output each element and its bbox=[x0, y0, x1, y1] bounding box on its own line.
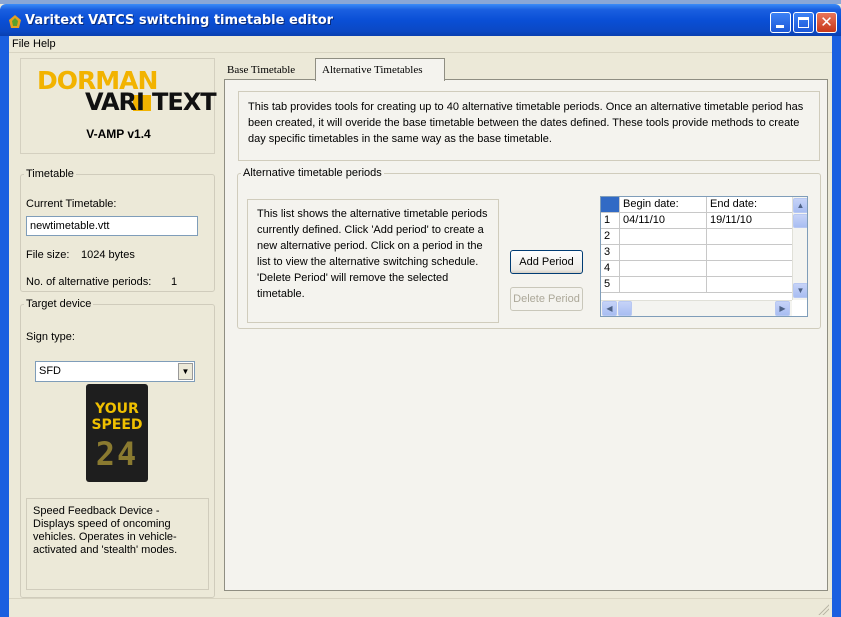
alt-periods-label: No. of alternative periods: bbox=[26, 276, 152, 288]
grid-horizontal-scrollbar[interactable]: ◀ ▶ bbox=[601, 300, 792, 316]
scroll-down-icon[interactable]: ▼ bbox=[793, 283, 807, 298]
window-frame-right bbox=[832, 36, 841, 617]
sign-number: 24 bbox=[95, 435, 139, 473]
resize-grip-icon[interactable] bbox=[817, 603, 829, 615]
scroll-up-icon[interactable]: ▲ bbox=[793, 198, 807, 213]
scroll-right-icon[interactable]: ▶ bbox=[775, 301, 790, 316]
row-header[interactable]: 3 bbox=[601, 245, 620, 261]
window-title: Varitext VATCS switching timetable edito… bbox=[25, 13, 334, 28]
timetable-group: Timetable Current Timetable: newtimetabl… bbox=[20, 168, 215, 292]
current-timetable-field[interactable]: newtimetable.vtt bbox=[26, 216, 198, 236]
cell-end-date[interactable] bbox=[707, 245, 793, 261]
cell-end-date[interactable]: 19/11/10 bbox=[707, 213, 793, 229]
file-size-value: 1024 bytes bbox=[81, 249, 135, 261]
app-icon bbox=[9, 15, 21, 28]
current-timetable-label: Current Timetable: bbox=[26, 198, 117, 210]
tab-alternative-timetables[interactable]: Alternative Timetables bbox=[315, 58, 445, 81]
tab-base-timetable[interactable]: Base Timetable bbox=[223, 61, 315, 79]
sign-line-2: SPEED bbox=[91, 417, 143, 433]
logo-vari: VARI bbox=[85, 88, 145, 116]
cell-begin-date[interactable]: 04/11/10 bbox=[620, 213, 707, 229]
title-bar[interactable]: Varitext VATCS switching timetable edito… bbox=[0, 4, 841, 36]
column-header-begin[interactable]: Begin date: bbox=[620, 197, 707, 213]
alt-periods-value: 1 bbox=[171, 276, 178, 288]
periods-grid[interactable]: Begin date: End date: 1 04/11/10 19/11/1… bbox=[600, 196, 808, 317]
row-header[interactable]: 5 bbox=[601, 277, 620, 293]
scroll-left-icon[interactable]: ◀ bbox=[602, 301, 617, 316]
scroll-thumb-horizontal[interactable] bbox=[618, 301, 632, 316]
menu-file[interactable]: File bbox=[12, 38, 30, 50]
sign-type-value: SFD bbox=[39, 365, 61, 377]
close-icon: ✕ bbox=[820, 13, 833, 31]
delete-period-button[interactable]: Delete Period bbox=[510, 287, 583, 311]
row-header[interactable]: 4 bbox=[601, 261, 620, 277]
logo-panel: DORMAN VARI TEXT V-AMP v1.4 bbox=[20, 58, 217, 154]
window-frame-left bbox=[0, 36, 9, 617]
version-label: V-AMP v1.4 bbox=[86, 127, 151, 141]
grid-corner[interactable] bbox=[601, 197, 620, 213]
sign-preview-image: YOUR SPEED 24 bbox=[86, 384, 148, 482]
scroll-thumb[interactable] bbox=[793, 214, 807, 228]
alt-periods-group-label: Alternative timetable periods bbox=[243, 167, 382, 179]
minimize-icon bbox=[776, 25, 784, 28]
cell-begin-date[interactable] bbox=[620, 229, 707, 245]
intro-text: This tab provides tools for creating up … bbox=[238, 91, 820, 161]
sign-type-label: Sign type: bbox=[26, 331, 75, 343]
alternative-timetables-page: This tab provides tools for creating up … bbox=[224, 79, 828, 591]
cell-begin-date[interactable] bbox=[620, 261, 707, 277]
chevron-down-icon[interactable]: ▼ bbox=[178, 363, 193, 380]
timetable-group-label: Timetable bbox=[26, 168, 74, 180]
grid-vertical-scrollbar[interactable]: ▲ ▼ bbox=[792, 197, 807, 300]
device-description: Speed Feedback Device - Displays speed o… bbox=[26, 498, 209, 590]
list-description: This list shows the alternative timetabl… bbox=[247, 199, 499, 323]
menu-help[interactable]: Help bbox=[33, 38, 56, 50]
status-bar bbox=[9, 598, 832, 617]
menu-bar: File Help bbox=[9, 36, 832, 53]
alt-periods-group: Alternative timetable periods This list … bbox=[237, 167, 821, 329]
column-header-end[interactable]: End date: bbox=[707, 197, 793, 213]
cell-end-date[interactable] bbox=[707, 261, 793, 277]
sign-type-select[interactable]: SFD ▼ bbox=[35, 361, 195, 382]
target-device-group-label: Target device bbox=[26, 298, 92, 310]
cell-begin-date[interactable] bbox=[620, 277, 707, 293]
sign-line-1: YOUR bbox=[95, 401, 139, 417]
minimize-button[interactable] bbox=[770, 12, 791, 33]
add-period-button[interactable]: Add Period bbox=[510, 250, 583, 274]
file-size-label: File size: bbox=[26, 249, 70, 261]
cell-end-date[interactable] bbox=[707, 229, 793, 245]
logo-text: TEXT bbox=[152, 88, 217, 116]
cell-begin-date[interactable] bbox=[620, 245, 707, 261]
left-panel: DORMAN VARI TEXT V-AMP v1.4 Timetable Cu… bbox=[20, 58, 217, 598]
close-button[interactable]: ✕ bbox=[816, 12, 837, 33]
cell-end-date[interactable] bbox=[707, 277, 793, 293]
tab-strip: Base Timetable Alternative Timetables bbox=[223, 57, 823, 81]
maximize-icon bbox=[798, 17, 809, 28]
maximize-button[interactable] bbox=[793, 12, 814, 33]
row-header[interactable]: 1 bbox=[601, 213, 620, 229]
row-header[interactable]: 2 bbox=[601, 229, 620, 245]
